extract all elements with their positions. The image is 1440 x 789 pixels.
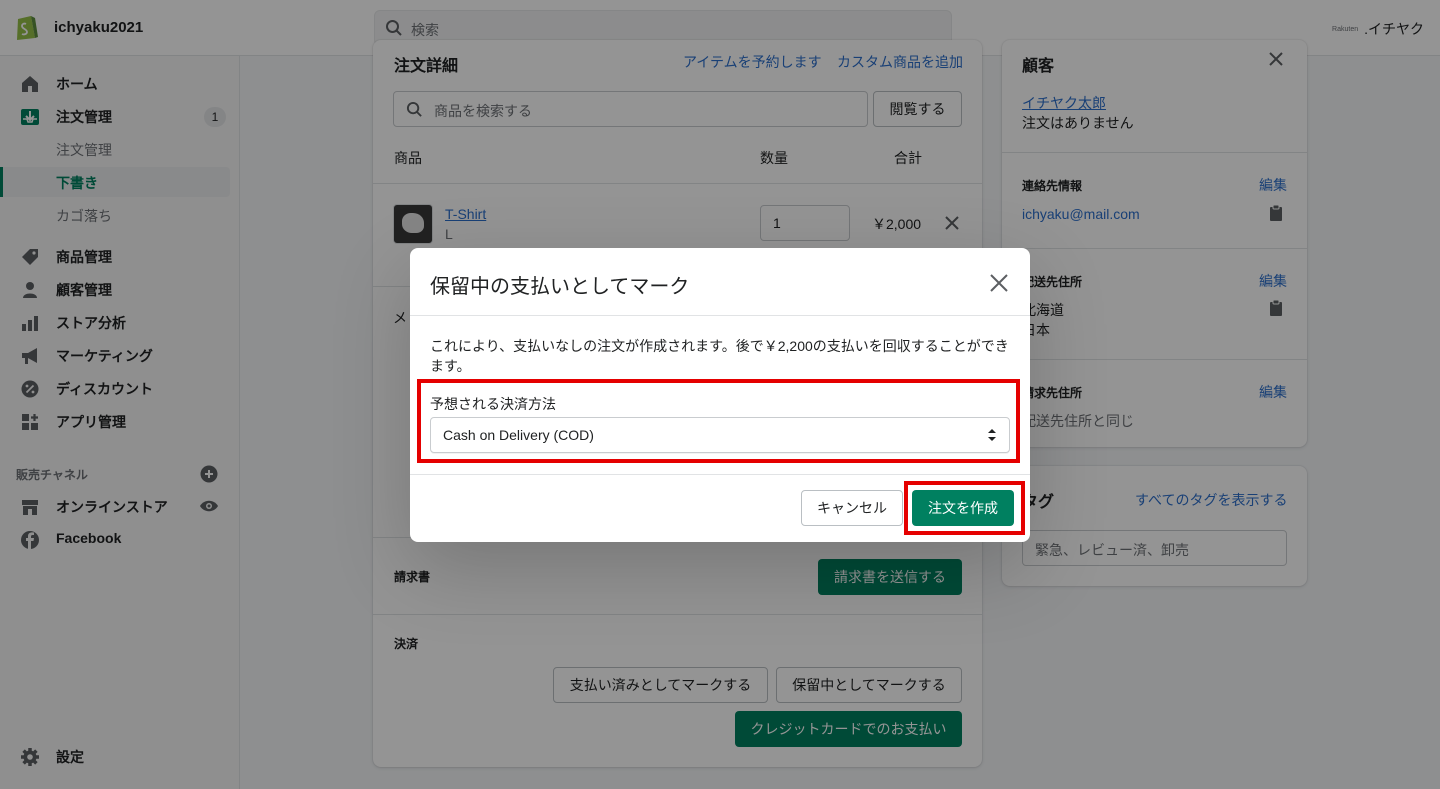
annotation-highlight xyxy=(417,379,1020,463)
divider xyxy=(410,315,1030,316)
annotation-highlight xyxy=(904,481,1025,535)
close-icon[interactable] xyxy=(988,272,1010,294)
modal-title: 保留中の支払いとしてマーク xyxy=(430,276,690,298)
cancel-button[interactable]: キャンセル xyxy=(801,490,903,526)
modal-description: これにより、支払いなしの注文が作成されます。後で￥2,200の支払いを回収するこ… xyxy=(430,338,1009,374)
mark-pending-modal: 保留中の支払いとしてマーク これにより、支払いなしの注文が作成されます。後で￥2… xyxy=(410,248,1030,542)
divider xyxy=(410,474,1030,475)
